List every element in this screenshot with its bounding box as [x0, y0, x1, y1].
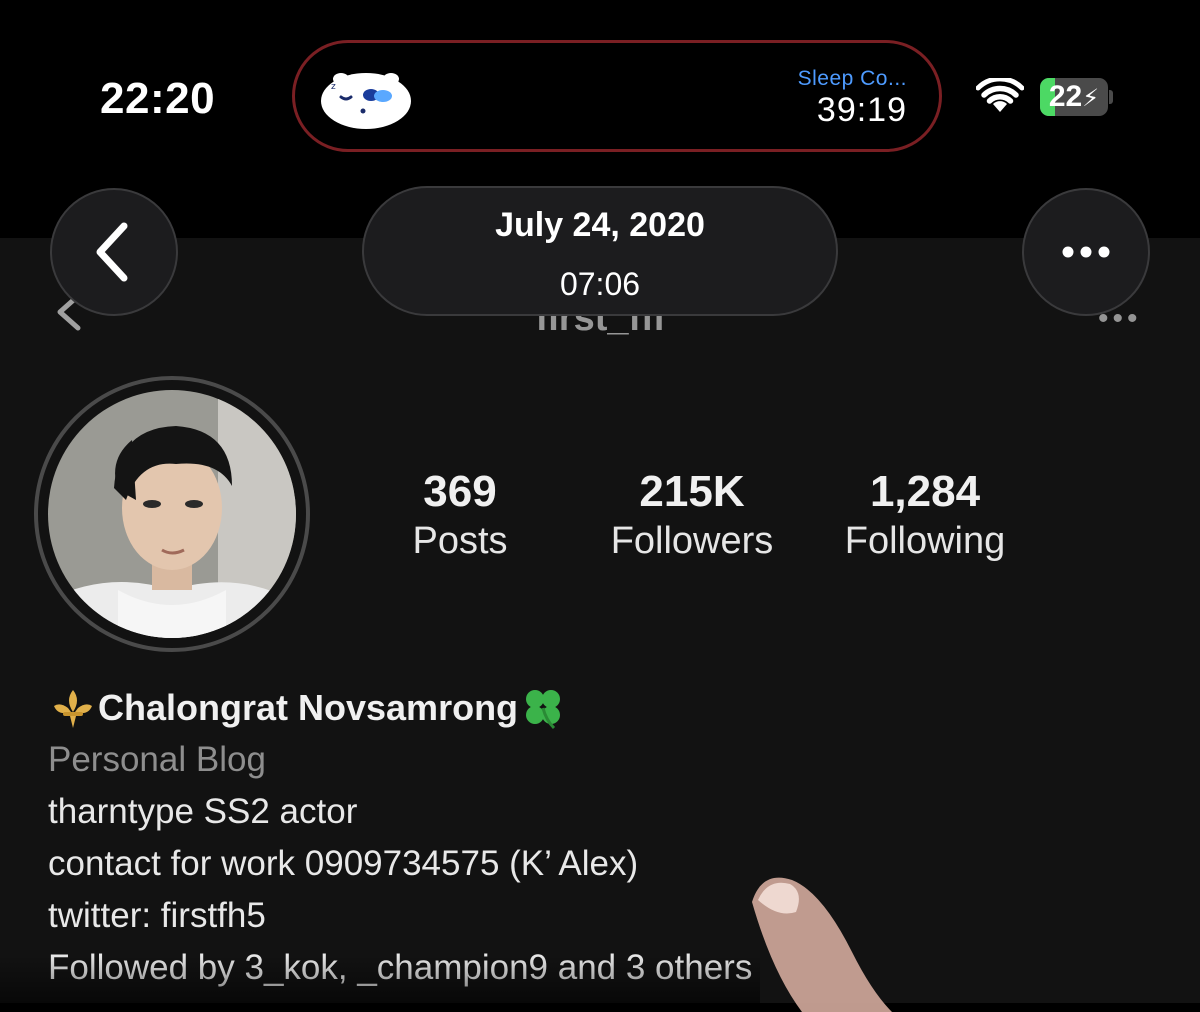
- posts-label: Posts: [412, 520, 508, 562]
- photo-date: July 24, 2020: [495, 206, 705, 244]
- stat-posts[interactable]: 369 Posts: [400, 466, 520, 564]
- bio-line-1: tharntype SS2 actor: [48, 792, 358, 831]
- four-leaf-clover-icon: [526, 690, 561, 730]
- avatar[interactable]: [48, 390, 296, 638]
- fleur-de-lis-icon: [54, 690, 92, 728]
- ellipsis-icon: [1062, 246, 1110, 258]
- display-name: Chalongrat Novsamrong: [98, 687, 519, 728]
- bottom-shadow: [0, 955, 760, 1003]
- following-label: Following: [844, 520, 1006, 562]
- live-activity-label: Sleep Co...: [797, 67, 907, 90]
- photo-time: 07:06: [559, 266, 641, 302]
- bio-line-2: contact for work 0909734575 (K’ Alex): [48, 844, 639, 883]
- wifi-icon: [976, 78, 1024, 112]
- live-activity-timer: 39:19: [816, 91, 907, 129]
- date-time-pill[interactable]: July 24, 2020 07:06: [362, 186, 838, 316]
- stat-following[interactable]: 1,284 Following: [830, 466, 1020, 564]
- battery-indicator: 22⚡: [1040, 78, 1113, 116]
- dynamic-island-live-activity[interactable]: z Sleep Co... 39:19: [292, 40, 942, 152]
- more-button[interactable]: [1022, 188, 1150, 316]
- profile-photo: [48, 390, 296, 638]
- following-count: 1,284: [869, 467, 981, 516]
- svg-text:z: z: [331, 82, 336, 92]
- bio-line-3: twitter: firstfh5: [48, 896, 266, 935]
- stat-followers[interactable]: 215K Followers: [596, 466, 788, 564]
- followers-label: Followers: [610, 520, 774, 562]
- battery-percent: 22: [1048, 80, 1083, 113]
- fingertip-overlay: [752, 877, 892, 1012]
- chevron-left-icon: [96, 222, 128, 282]
- profile-category: Personal Blog: [48, 740, 266, 779]
- charging-bolt-icon: ⚡: [1082, 85, 1100, 112]
- display-name-row: Chalongrat Novsamrong: [48, 682, 1148, 734]
- followers-count: 215K: [639, 467, 745, 516]
- back-button[interactable]: [50, 188, 178, 316]
- profile-bio: Chalongrat Novsamrong Personal Blog thar…: [48, 682, 1148, 994]
- sleeping-seal-icon: z: [321, 73, 411, 129]
- posts-count: 369: [423, 467, 497, 516]
- status-clock: 22:20: [100, 74, 216, 123]
